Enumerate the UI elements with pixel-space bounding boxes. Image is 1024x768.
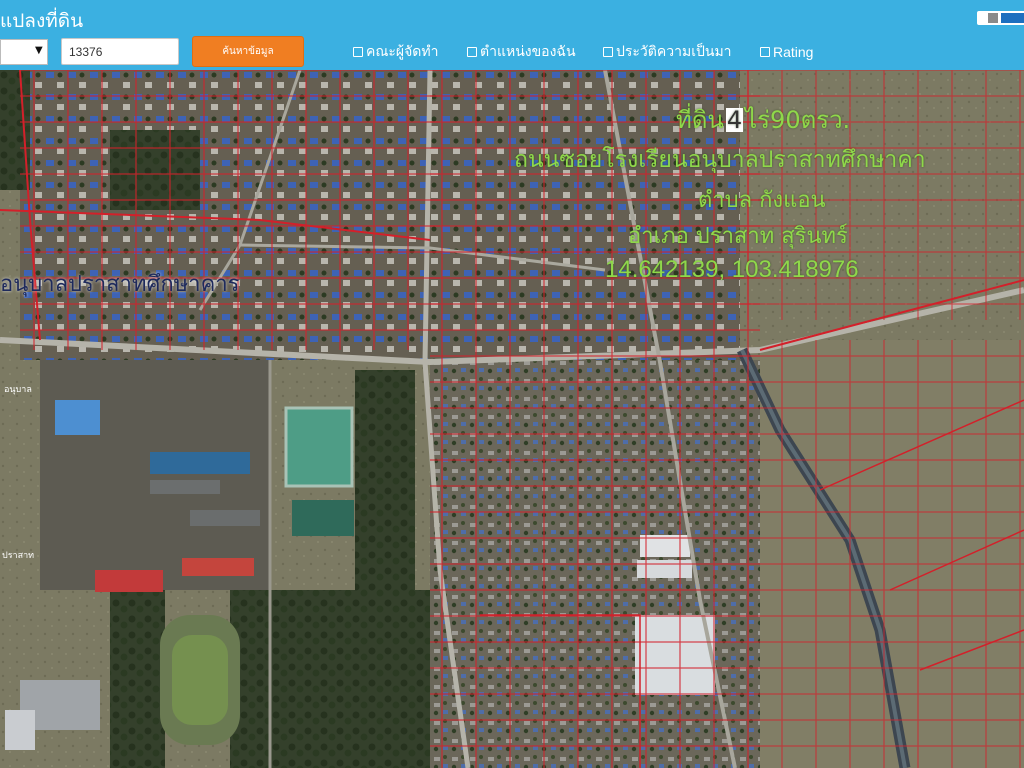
checkbox-icon[interactable] — [467, 47, 477, 57]
map-small-label: อนุบาล — [4, 385, 32, 395]
top-toolbar: แปลงที่ดิน ▼ ค้นหาข้อมูล คณะผู้จัดทำ ตำแ… — [0, 0, 1024, 70]
checkbox-label: ประวัติความเป็นมา — [616, 44, 732, 60]
panel-icon — [1001, 13, 1024, 23]
checkbox-label: คณะผู้จัดทำ — [366, 44, 439, 60]
area-rai-value: 4 — [725, 106, 744, 134]
coordinates-label: 14.642139, 103.418976 — [605, 256, 859, 283]
checkbox-icon[interactable] — [603, 47, 613, 57]
checkbox-team[interactable]: คณะผู้จัดทำ — [353, 43, 438, 61]
road-label: ถนนซอยโรงเรียนอนุบาลปราสาทศึกษาคา — [514, 147, 926, 173]
checkbox-label: Rating — [773, 44, 814, 60]
land-area-label: ที่ดิน 4 ไร่90ตรว. — [676, 100, 850, 139]
checkbox-icon[interactable] — [760, 47, 770, 57]
chevron-down-icon: ▼ — [35, 45, 43, 56]
search-button[interactable]: ค้นหาข้อมูล — [192, 36, 304, 67]
satellite-map[interactable]: ที่ดิน 4 ไร่90ตรว. ถนนซอยโรงเรียนอนุบาลปรา… — [0, 70, 1024, 768]
layers-icon — [988, 13, 998, 23]
area-suffix: ไร่90ตรว. — [745, 106, 851, 134]
checkbox-label: ตำแหน่งของฉัน — [480, 44, 576, 60]
checkbox-my-location[interactable]: ตำแหน่งของฉัน — [467, 43, 576, 61]
checkbox-icon[interactable] — [353, 47, 363, 57]
place-label: อนุบาลปราสาทศึกษาคาร — [0, 272, 240, 297]
checkbox-rating[interactable]: Rating — [760, 43, 813, 61]
map-small-label: ปราสาท — [2, 551, 35, 561]
province-select[interactable]: ▼ — [0, 39, 48, 65]
subdistrict-label: ตำบล กังแอน — [698, 188, 826, 213]
area-prefix: ที่ดิน — [676, 106, 724, 134]
app-title: แปลงที่ดิน — [0, 10, 84, 32]
district-province-label: อำเภอ ปราสาท สุรินทร์ — [628, 224, 848, 249]
parcel-number-input[interactable] — [61, 38, 179, 65]
checkbox-history[interactable]: ประวัติความเป็นมา — [603, 43, 732, 61]
window-control-icon[interactable] — [977, 11, 1024, 25]
